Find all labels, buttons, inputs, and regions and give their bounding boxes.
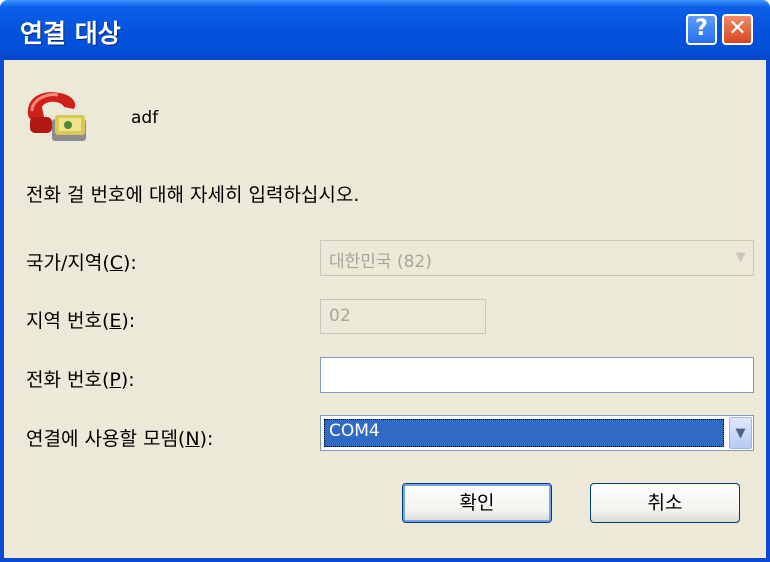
country-label: 국가/지역(C): — [26, 252, 137, 274]
country-select[interactable]: 대한민국 (82) ▼ — [320, 240, 754, 276]
chevron-down-icon[interactable]: ▼ — [729, 242, 752, 274]
entry-name: adf — [131, 108, 159, 128]
window-title: 연결 대상 — [20, 19, 121, 48]
modem-select[interactable]: COM4 ▼ — [320, 415, 754, 451]
phone-label: 전화 번호(P): — [26, 369, 135, 391]
phone-number-input[interactable] — [320, 357, 754, 393]
title-bar[interactable]: 연결 대상 ? ✕ — [0, 0, 770, 60]
country-value: 대한민국 (82) — [329, 252, 432, 272]
instructions-text: 전화 걸 번호에 대해 자세히 입력하십시오. — [26, 184, 360, 206]
chevron-down-icon[interactable]: ▼ — [729, 417, 752, 449]
close-icon: ✕ — [728, 16, 747, 41]
telephone-icon — [27, 92, 86, 141]
modem-value: COM4 — [329, 421, 380, 441]
dialog-body: adf 전화 걸 번호에 대해 자세히 입력하십시오. 국가/지역(C): 대한… — [4, 60, 766, 558]
help-icon: ? — [695, 16, 708, 41]
close-button[interactable]: ✕ — [722, 14, 753, 45]
cancel-button[interactable]: 취소 — [590, 483, 740, 523]
ok-button[interactable]: 확인 — [402, 483, 552, 523]
dialog-window: 연결 대상 ? ✕ adf 전화 걸 번호에 대해 자세히 입력하십시오. 국가… — [0, 0, 770, 562]
area-code-input[interactable]: 02 — [320, 299, 486, 334]
modem-label: 연결에 사용할 모뎀(N): — [26, 428, 214, 450]
area-code-label: 지역 번호(E): — [26, 310, 136, 332]
area-code-value: 02 — [329, 306, 351, 326]
help-button[interactable]: ? — [686, 14, 717, 45]
selection-highlight — [324, 419, 724, 447]
